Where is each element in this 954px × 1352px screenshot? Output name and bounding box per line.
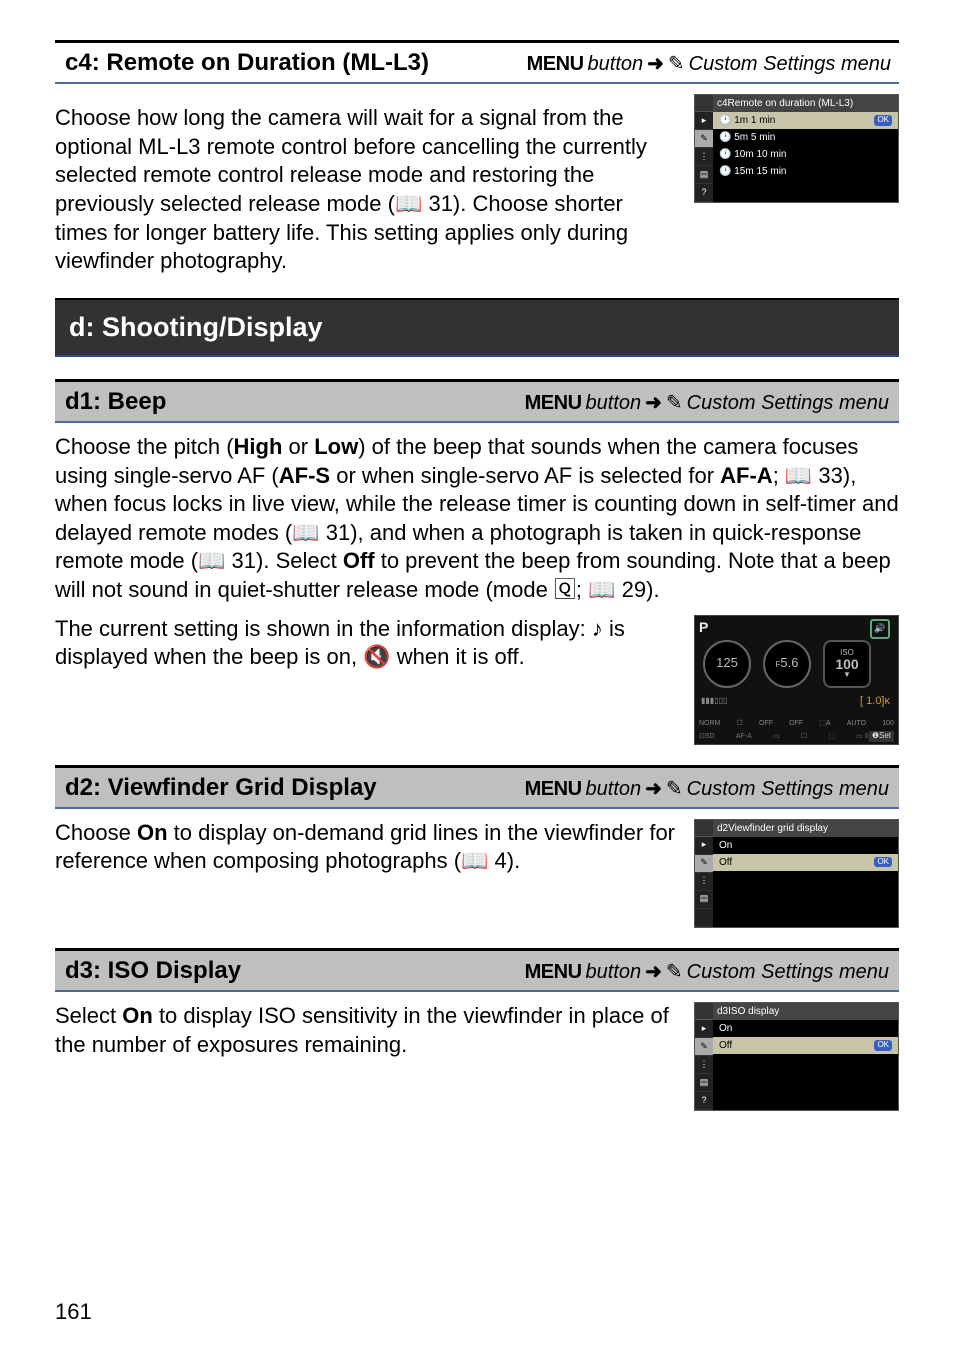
sound-icon: 🔊 [870,619,890,639]
note-on-icon: ♪ [592,616,603,641]
section-header-d3: d3: ISO Display MENU button ➜ ✎ Custom S… [55,948,899,992]
arrow-icon: ➜ [645,959,662,985]
tab-icon: ▤ [695,166,713,184]
text-part: The current setting is shown in the info… [55,616,592,641]
c4-body: Choose how long the camera will wait for… [55,104,676,276]
d1-menu-path: MENU button ➜ ✎ Custom Settings menu [525,390,889,416]
lcd-title: d3ISO display [713,1003,898,1020]
lcd-title: c4Remote on duration (ML-L3) [713,95,898,112]
set-button-label: ❶Set [869,731,894,741]
d1-info-display: P 🔊 125 F5.6 ISO100▼ [ 1.0]ᴋ ▮▮▮▯▯▯ NORM… [694,615,899,745]
menu-target: Custom Settings menu [687,776,889,802]
note-off-icon: 🔇 [363,644,390,669]
lcd-option: 🕐 15m 15 min [713,163,898,180]
d3-menu-path: MENU button ➜ ✎ Custom Settings menu [525,959,889,985]
button-word: button [588,51,644,77]
histogram-icon: ▮▮▮▯▯▯ [701,696,892,706]
d3-title: d3: ISO Display [65,955,241,986]
lcd-option: 🕐 5m 5 min [713,129,898,146]
menu-target: Custom Settings menu [687,390,889,416]
lcd-option: OffOK [713,854,898,871]
pencil-icon: ✎ [666,390,683,416]
c4-title: c4: Remote on Duration (ML-L3) [65,47,429,78]
d1-body2: The current setting is shown in the info… [55,615,676,672]
lcd-option: OffOK [713,1037,898,1054]
arrow-icon: ➜ [645,390,662,416]
d3-lcd-screenshot: d3ISO display ▸ ✎ ⋮ ▤ ? OnOffOK [694,1002,899,1111]
d1-body1: Choose the pitch (High or Low) of the be… [55,433,899,605]
menu-target: Custom Settings menu [689,51,891,77]
lcd-option: On [713,837,898,854]
lcd-option: 🕐 1m 1 minOK [713,112,898,129]
info-bottom-row1: NORM☐OFFOFF⬚AAUTO100 [699,719,894,728]
arrow-icon: ➜ [647,51,664,77]
menu-button-label: MENU [525,776,582,802]
d2-menu-path: MENU button ➜ ✎ Custom Settings menu [525,776,889,802]
tab-icon: ? [695,1092,713,1110]
tab-icon: ✎ [695,1038,713,1056]
section-header-d1: d1: Beep MENU button ➜ ✎ Custom Settings… [55,379,899,423]
page-number: 161 [55,1298,92,1327]
c4-menu-path: MENU button ➜ ✎ Custom Settings menu [527,51,891,77]
d2-body: Choose On to display on-demand grid line… [55,819,676,876]
tab-icon: ▤ [695,1074,713,1092]
menu-target: Custom Settings menu [687,959,889,985]
lcd-title: d2Viewfinder grid display [713,820,898,837]
text-part: when it is off. [391,644,525,669]
tab-icon: ▤ [695,891,713,909]
pencil-icon: ✎ [668,51,685,77]
shutter-dial: 125 [703,640,751,688]
section-header-d2: d2: Viewfinder Grid Display MENU button … [55,765,899,809]
d1-title: d1: Beep [65,386,166,417]
tab-icon: ▸ [695,112,713,130]
button-word: button [586,776,642,802]
button-word: button [586,390,642,416]
d2-title: d2: Viewfinder Grid Display [65,772,377,803]
tab-icon: ▸ [695,837,713,855]
iso-dial: ISO100▼ [823,640,871,688]
ok-badge: OK [874,115,892,125]
menu-button-label: MENU [525,390,582,416]
menu-button-label: MENU [527,51,584,77]
arrow-icon: ➜ [645,776,662,802]
tab-icon: ⋮ [695,148,713,166]
c4-lcd-screenshot: c4Remote on duration (ML-L3) ▸ ✎ ⋮ ▤ ? 🕐… [694,94,899,203]
tab-icon: ⋮ [695,1056,713,1074]
section-header-c4: c4: Remote on Duration (ML-L3) MENU butt… [55,40,899,84]
ok-badge: OK [874,1040,892,1050]
pencil-icon: ✎ [666,776,683,802]
tab-icon: ✎ [695,130,713,148]
tab-icon [695,909,713,927]
aperture-dial: F5.6 [763,640,811,688]
ok-badge: OK [874,857,892,867]
tab-icon: ? [695,184,713,202]
d3-body: Select On to display ISO sensitivity in … [55,1002,676,1059]
mode-indicator: P [699,618,708,636]
d2-lcd-screenshot: d2Viewfinder grid display ▸ ✎ ⋮ ▤ OnOffO… [694,819,899,928]
tab-icon: ⋮ [695,873,713,891]
tab-icon: ✎ [695,855,713,873]
lcd-option: 🕐 10m 10 min [713,146,898,163]
info-bottom-row2: ⊡SDAF-A▭☐⬚▭ 0.0 ⊡ 0.0 [699,732,894,741]
button-word: button [586,959,642,985]
pencil-icon: ✎ [666,959,683,985]
menu-button-label: MENU [525,959,582,985]
tab-icon: ▸ [695,1020,713,1038]
lcd-option: On [713,1020,898,1037]
major-section-heading: d: Shooting/Display [55,298,899,357]
